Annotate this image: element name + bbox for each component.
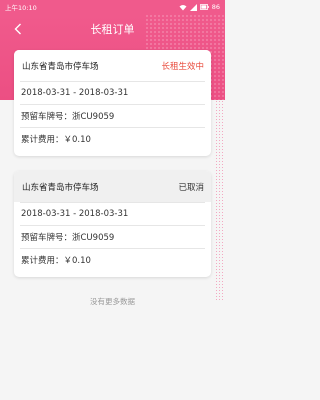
navigation-bar: 长租订单 [0, 14, 225, 44]
chevron-left-icon [14, 23, 21, 35]
wifi-icon [179, 4, 187, 10]
reserved-plate: 预留车牌号：浙CU9059 [20, 104, 205, 127]
order-card[interactable]: 山东省青岛市停车场 长租生效中 2018-03-31 - 2018-03-31 … [14, 50, 211, 156]
order-status: 已取消 [178, 182, 204, 193]
side-dot-pattern [215, 100, 225, 300]
card-bottom-padding [14, 150, 211, 156]
total-cost: 累计费用：￥0.10 [20, 127, 205, 150]
order-dates: 2018-03-31 - 2018-03-31 [20, 81, 205, 104]
order-dates: 2018-03-31 - 2018-03-31 [20, 202, 205, 225]
battery-level: 86 [211, 3, 220, 11]
order-card[interactable]: 山东省青岛市停车场 已取消 2018-03-31 - 2018-03-31 预留… [14, 171, 211, 277]
battery-icon [199, 4, 209, 10]
card-bottom-padding [14, 271, 211, 277]
order-card-header: 山东省青岛市停车场 已取消 [14, 171, 211, 202]
page-title: 长租订单 [90, 23, 135, 36]
order-status: 长租生效中 [161, 61, 204, 72]
back-button[interactable] [10, 21, 26, 37]
parking-lot-name: 山东省青岛市停车场 [22, 61, 99, 72]
total-cost: 累计费用：￥0.10 [20, 248, 205, 271]
parking-lot-name: 山东省青岛市停车场 [22, 182, 99, 193]
no-more-data-text: 没有更多数据 [90, 297, 135, 306]
status-time: 上午10:10 [5, 4, 37, 12]
status-bar: 上午10:10 86 [0, 0, 225, 14]
signal-icon [189, 3, 197, 11]
reserved-plate: 预留车牌号：浙CU9059 [20, 225, 205, 248]
status-icons: 86 [179, 3, 220, 11]
order-card-header: 山东省青岛市停车场 长租生效中 [14, 50, 211, 81]
